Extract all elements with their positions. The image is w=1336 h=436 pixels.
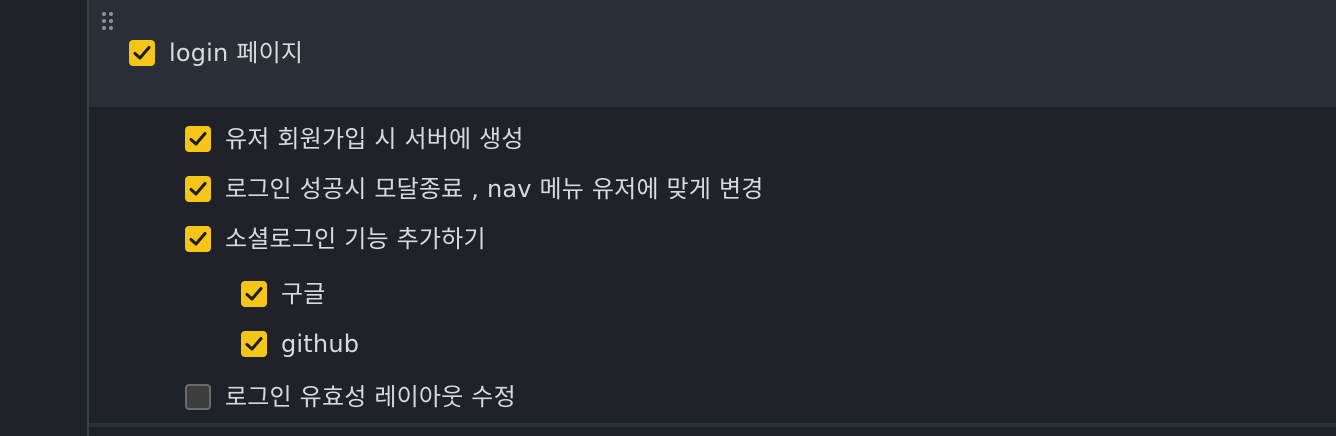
- task-checkbox[interactable]: [185, 176, 211, 202]
- task-checkbox[interactable]: [241, 331, 267, 357]
- task-label[interactable]: 로그인 유효성 레이아웃 수정: [225, 382, 516, 412]
- task-label[interactable]: github: [281, 329, 359, 359]
- task-checkbox[interactable]: [185, 126, 211, 152]
- task-label[interactable]: login 페이지: [169, 38, 303, 68]
- task-label[interactable]: 유저 회원가입 시 서버에 생성: [225, 124, 524, 154]
- drag-handle-icon[interactable]: [99, 10, 117, 32]
- task-item: 유저 회원가입 시 서버에 생성: [185, 124, 524, 154]
- task-item: login 페이지: [129, 38, 303, 68]
- task-item: 로그인 유효성 레이아웃 수정: [185, 382, 516, 412]
- check-icon: [189, 132, 207, 146]
- task-label[interactable]: 로그인 성공시 모달종료 , nav 메뉴 유저에 맞게 변경: [225, 174, 764, 204]
- bottom-divider: [89, 423, 1336, 427]
- task-item: 구글: [241, 279, 326, 309]
- check-icon: [245, 337, 263, 351]
- check-icon: [189, 232, 207, 246]
- check-icon: [133, 46, 151, 60]
- todo-page: login 페이지 유저 회원가입 시 서버에 생성 로그인 성공시 모달종료 …: [0, 0, 1336, 436]
- task-item: github: [241, 329, 359, 359]
- task-checkbox[interactable]: [185, 226, 211, 252]
- task-label[interactable]: 소셜로그인 기능 추가하기: [225, 224, 486, 254]
- task-item: 로그인 성공시 모달종료 , nav 메뉴 유저에 맞게 변경: [185, 174, 764, 204]
- task-label[interactable]: 구글: [281, 279, 326, 309]
- task-checkbox[interactable]: [185, 384, 211, 410]
- check-icon: [245, 287, 263, 301]
- task-item: 소셜로그인 기능 추가하기: [185, 224, 486, 254]
- task-checkbox[interactable]: [241, 281, 267, 307]
- task-checkbox[interactable]: [129, 40, 155, 66]
- check-icon: [189, 182, 207, 196]
- left-gutter: [0, 0, 87, 436]
